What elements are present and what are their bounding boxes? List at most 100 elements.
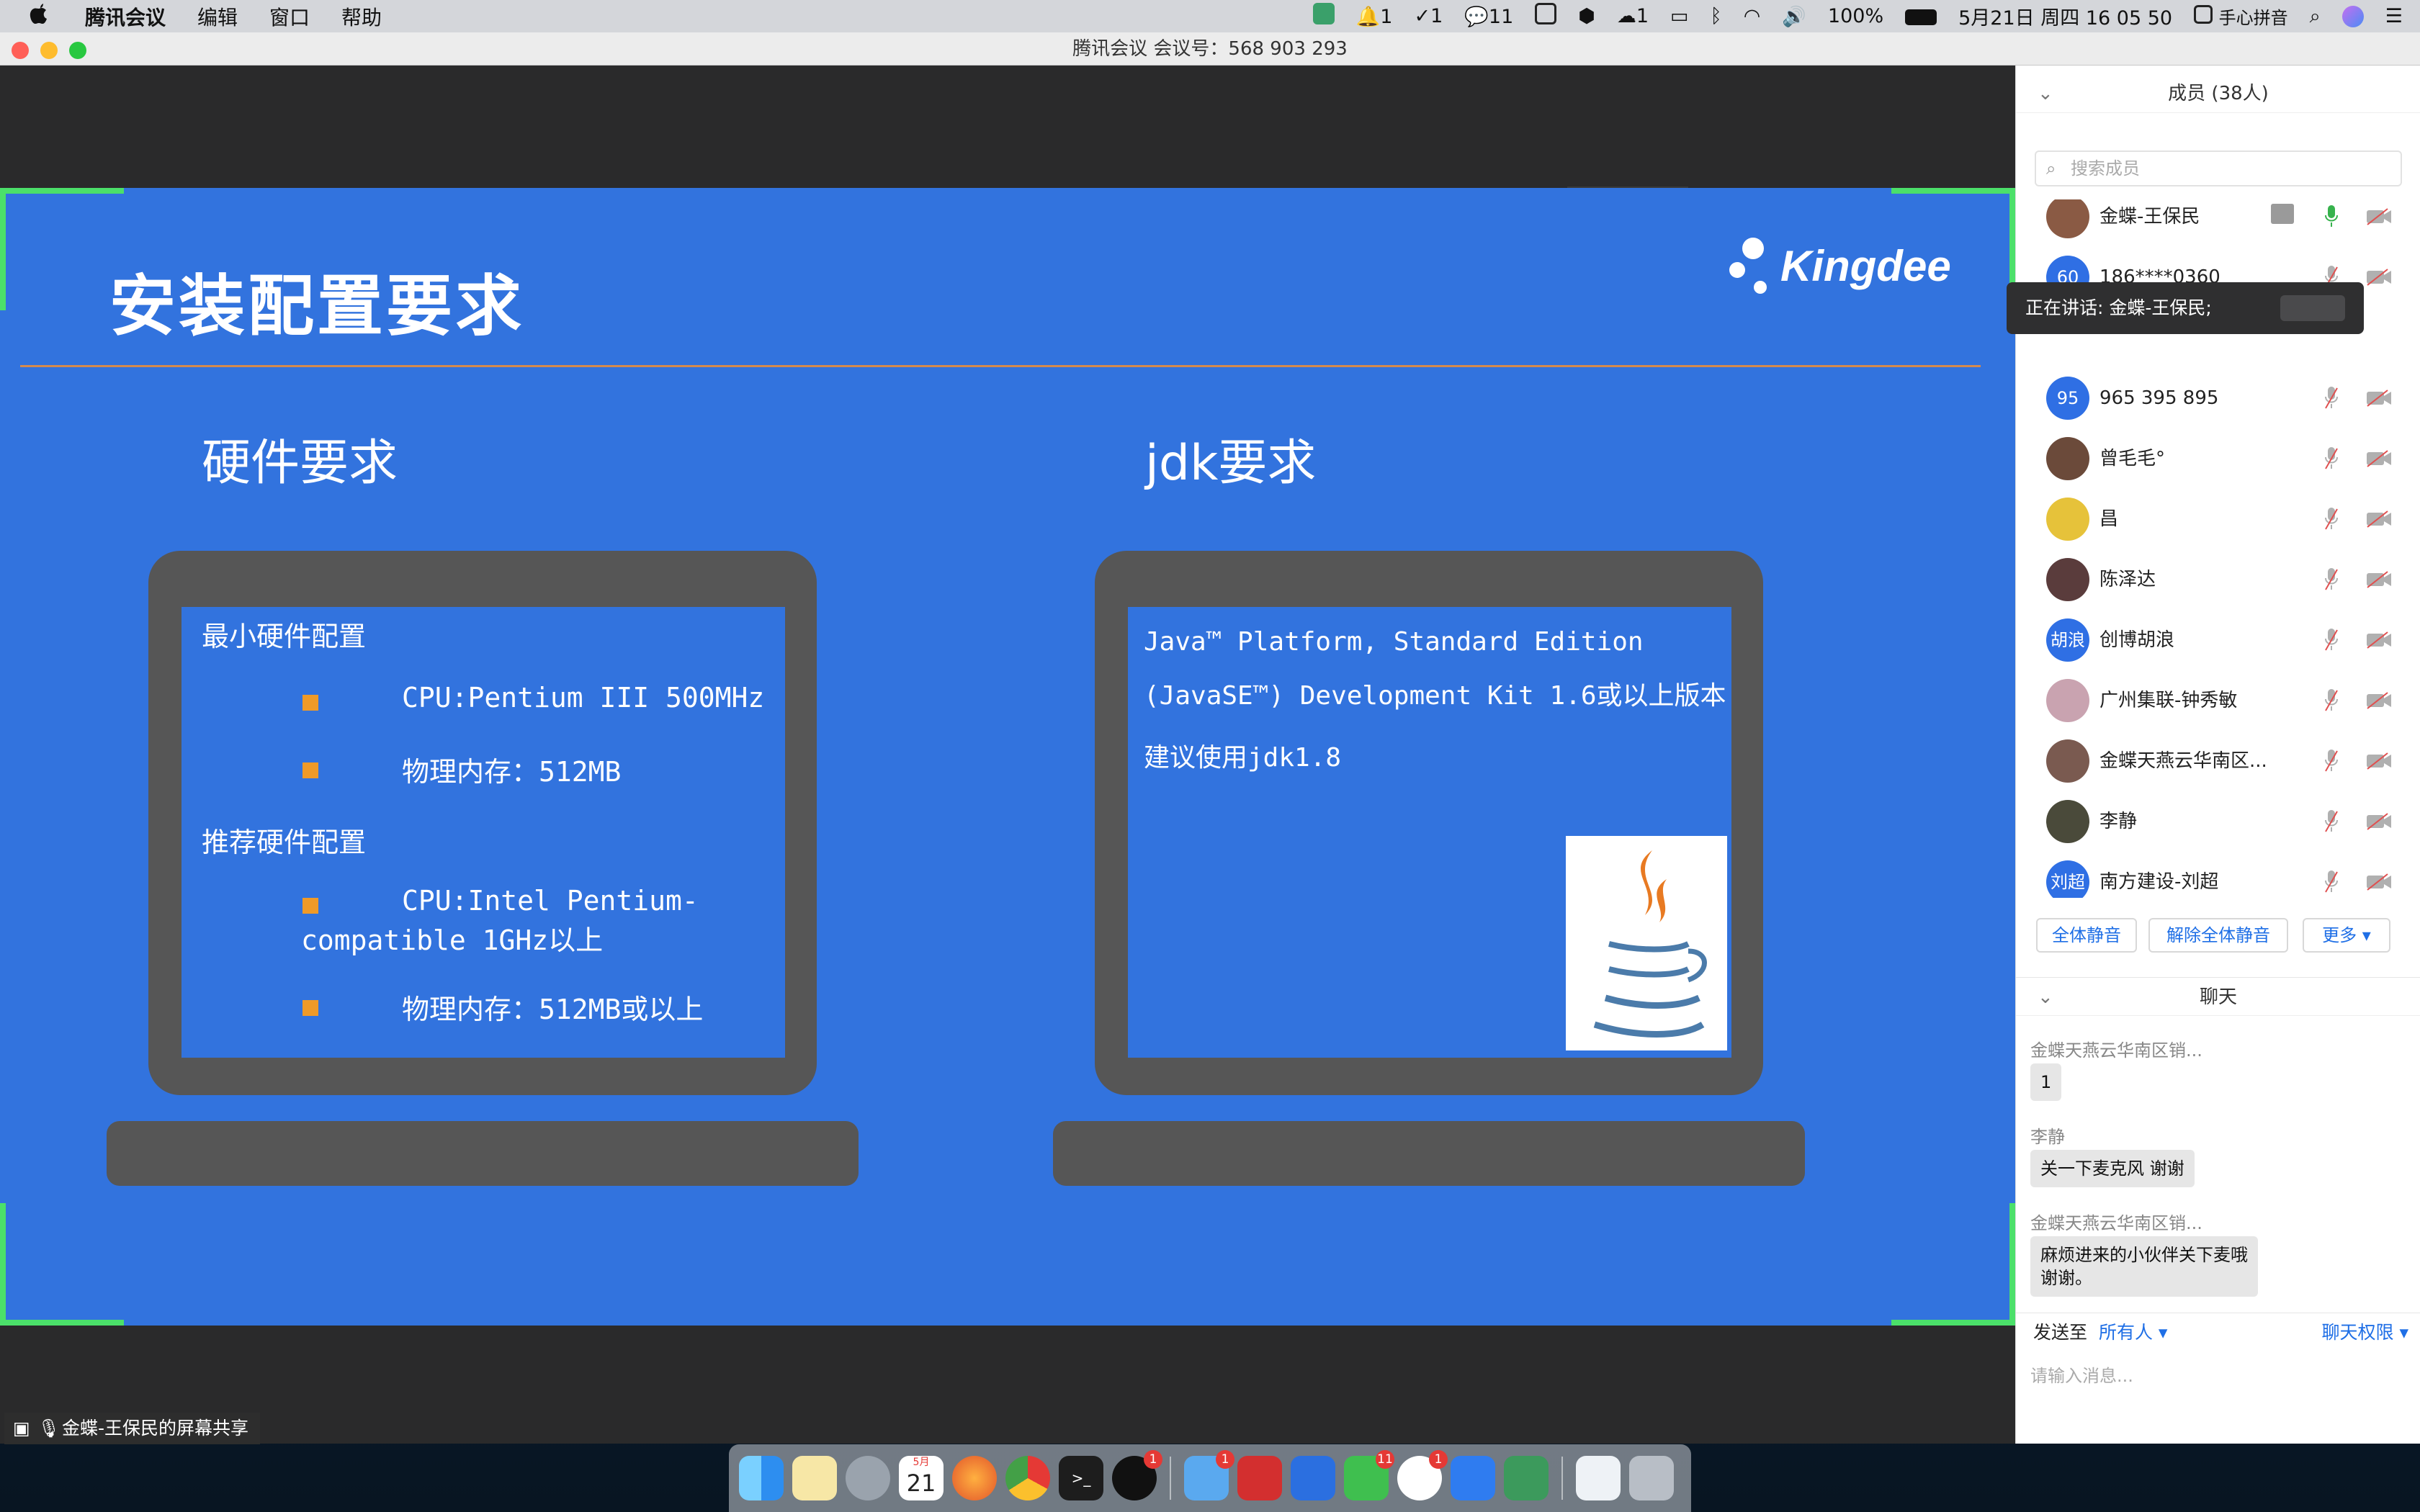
camera-off-icon[interactable] bbox=[2366, 450, 2392, 467]
camera-off-icon[interactable] bbox=[2366, 208, 2392, 225]
todo-icon[interactable]: 1 bbox=[1397, 1450, 1448, 1500]
camera-off-icon[interactable] bbox=[2366, 571, 2392, 588]
mic-muted-icon[interactable] bbox=[2324, 809, 2339, 834]
chat-permission-dropdown[interactable]: 聊天权限 ▾ bbox=[2321, 1318, 2408, 1344]
member-name: 陈泽达 bbox=[2099, 569, 2156, 590]
minimize-button[interactable] bbox=[40, 42, 58, 59]
camera-off-icon[interactable] bbox=[2366, 813, 2392, 830]
camera-off-icon[interactable] bbox=[2366, 269, 2392, 286]
airplay-icon[interactable]: ▭ bbox=[1670, 5, 1689, 27]
spotlight-search-icon[interactable]: ⌕ bbox=[2310, 5, 2321, 28]
notification-status[interactable]: 🔔1 bbox=[1356, 5, 1393, 28]
share-border-corner bbox=[1891, 1320, 2015, 1326]
finder-icon[interactable] bbox=[739, 1456, 784, 1500]
close-button[interactable] bbox=[12, 42, 29, 59]
camera-off-icon[interactable] bbox=[2366, 873, 2392, 891]
wifi-icon[interactable]: ◠ bbox=[1744, 5, 1761, 27]
bluetooth-icon[interactable]: ᛒ bbox=[1711, 5, 1722, 27]
wps-status-icon[interactable] bbox=[1535, 3, 1557, 30]
chrome-icon[interactable] bbox=[1005, 1456, 1050, 1500]
tencent-meeting-icon[interactable] bbox=[1451, 1456, 1495, 1500]
jdk-laptop-frame: Java™ Platform, Standard Edition (JavaSE… bbox=[1095, 551, 1763, 1095]
mic-on-icon[interactable] bbox=[2324, 204, 2339, 230]
mic-muted-icon[interactable] bbox=[2324, 567, 2339, 593]
min-memory: 物理内存：512MB bbox=[402, 756, 622, 788]
apple-menu-icon[interactable] bbox=[29, 2, 49, 31]
chat-input[interactable]: 请输入消息... bbox=[2030, 1362, 2406, 1434]
shield-status-icon[interactable] bbox=[1312, 3, 1335, 30]
member-name: 广州集联-钟秀敏 bbox=[2099, 690, 2238, 711]
camera-off-icon[interactable] bbox=[2366, 692, 2392, 709]
qq-icon[interactable]: 1 bbox=[1112, 1450, 1162, 1500]
mute-all-button[interactable]: 全体静音 bbox=[2036, 918, 2137, 953]
more-button[interactable]: 更多 ▾ bbox=[2303, 918, 2390, 953]
camera-off-icon[interactable] bbox=[2366, 390, 2392, 407]
wechat-status[interactable]: 💬11 bbox=[1464, 5, 1513, 28]
camera-off-icon[interactable] bbox=[2366, 510, 2392, 528]
member-row[interactable]: 陈泽达 bbox=[2016, 549, 2420, 610]
send-to-dropdown[interactable]: 所有人 ▾ bbox=[2099, 1322, 2168, 1343]
collapse-chevron-icon[interactable]: ⌄ bbox=[2038, 74, 2053, 113]
chat-header[interactable]: ⌄ 聊天 bbox=[2016, 977, 2420, 1016]
member-row[interactable]: 曾毛毛° bbox=[2016, 428, 2420, 489]
clock[interactable]: 5月21日 周四 16 05 50 bbox=[1958, 2, 2172, 30]
firefox-icon[interactable] bbox=[952, 1456, 997, 1500]
member-row[interactable]: 金蝶-王保民 bbox=[2016, 199, 2420, 247]
member-row[interactable]: 金蝶天燕云华南区... bbox=[2016, 731, 2420, 791]
hardware-laptop-screen: 最小硬件配置 CPU:Pentium III 500MHz 物理内存：512MB… bbox=[182, 607, 785, 1058]
battery-percent[interactable]: 100% bbox=[1828, 5, 1883, 27]
member-row[interactable]: 胡浪 创博胡浪 bbox=[2016, 610, 2420, 670]
app-status-icon[interactable]: ⬢ bbox=[1578, 5, 1595, 27]
chat-input-placeholder: 请输入消息... bbox=[2030, 1366, 2133, 1386]
app-menu[interactable]: 腾讯会议 bbox=[85, 2, 166, 31]
mic-icon: 🎙 bbox=[37, 1418, 60, 1439]
mic-muted-icon[interactable] bbox=[2324, 627, 2339, 653]
trash-icon[interactable] bbox=[1629, 1456, 1674, 1500]
wps-icon[interactable] bbox=[1291, 1456, 1335, 1500]
calendar-icon[interactable]: 5月 21 bbox=[899, 1456, 944, 1500]
member-search-input[interactable]: ⌕ 搜索成员 bbox=[2035, 150, 2402, 186]
member-row[interactable]: 广州集联-钟秀敏 bbox=[2016, 670, 2420, 731]
unmute-all-button[interactable]: 解除全体静音 bbox=[2148, 918, 2288, 953]
document-icon[interactable] bbox=[1576, 1456, 1621, 1500]
menu-help[interactable]: 帮助 bbox=[341, 2, 382, 31]
notification-center-icon[interactable]: ☰ bbox=[2385, 5, 2403, 27]
security-app-icon[interactable] bbox=[1504, 1456, 1549, 1500]
cloud-status[interactable]: ☁1 bbox=[1617, 5, 1649, 27]
member-row[interactable]: 李静 bbox=[2016, 791, 2420, 852]
zoom-button[interactable] bbox=[69, 42, 86, 59]
terminal-icon[interactable]: >_ bbox=[1059, 1456, 1103, 1500]
member-row[interactable]: 95 965 395 895 bbox=[2016, 368, 2420, 428]
jdk-laptop-screen: Java™ Platform, Standard Edition (JavaSE… bbox=[1128, 607, 1731, 1058]
member-name: 965 395 895 bbox=[2099, 387, 2219, 409]
volume-icon[interactable]: 🔊 bbox=[1782, 5, 1806, 28]
mic-muted-icon[interactable] bbox=[2324, 869, 2339, 895]
mic-muted-icon[interactable] bbox=[2324, 748, 2339, 774]
jdk-heading: jdk要求 bbox=[1145, 435, 1317, 492]
cloud-drive-icon[interactable]: 1 bbox=[1184, 1450, 1234, 1500]
chat-title: 聊天 bbox=[2199, 986, 2237, 1008]
jdk-line2: (JavaSE™) Development Kit 1.6或以上版本 bbox=[1144, 681, 1726, 711]
calendar-month: 5月 bbox=[913, 1457, 930, 1468]
siri-icon[interactable] bbox=[2341, 5, 2364, 28]
mic-muted-icon[interactable] bbox=[2324, 446, 2339, 472]
wechat-icon[interactable]: 11 bbox=[1344, 1450, 1394, 1500]
members-header[interactable]: ⌄ 成员 (38人) bbox=[2016, 74, 2420, 113]
notes-icon[interactable] bbox=[792, 1456, 837, 1500]
mic-muted-icon[interactable] bbox=[2324, 688, 2339, 714]
launchpad-icon[interactable] bbox=[846, 1456, 890, 1500]
chat-message: 麻烦进来的小伙伴关下麦哦 谢谢。 bbox=[2030, 1236, 2258, 1297]
member-row[interactable]: 昌 bbox=[2016, 489, 2420, 549]
collapse-chevron-icon[interactable]: ⌄ bbox=[2038, 978, 2053, 1017]
acrobat-icon[interactable] bbox=[1237, 1456, 1282, 1500]
search-icon: ⌕ bbox=[2046, 158, 2056, 179]
member-row[interactable]: 刘超 南方建设-刘超 bbox=[2016, 852, 2420, 898]
input-method-status[interactable]: 手心拼音 bbox=[2194, 4, 2288, 29]
mic-muted-icon[interactable] bbox=[2324, 385, 2339, 411]
camera-off-icon[interactable] bbox=[2366, 631, 2392, 649]
menu-edit[interactable]: 编辑 bbox=[197, 2, 238, 31]
todo-status[interactable]: ✓1 bbox=[1414, 5, 1443, 27]
camera-off-icon[interactable] bbox=[2366, 752, 2392, 770]
mic-muted-icon[interactable] bbox=[2324, 506, 2339, 532]
menu-window[interactable]: 窗口 bbox=[269, 2, 310, 31]
